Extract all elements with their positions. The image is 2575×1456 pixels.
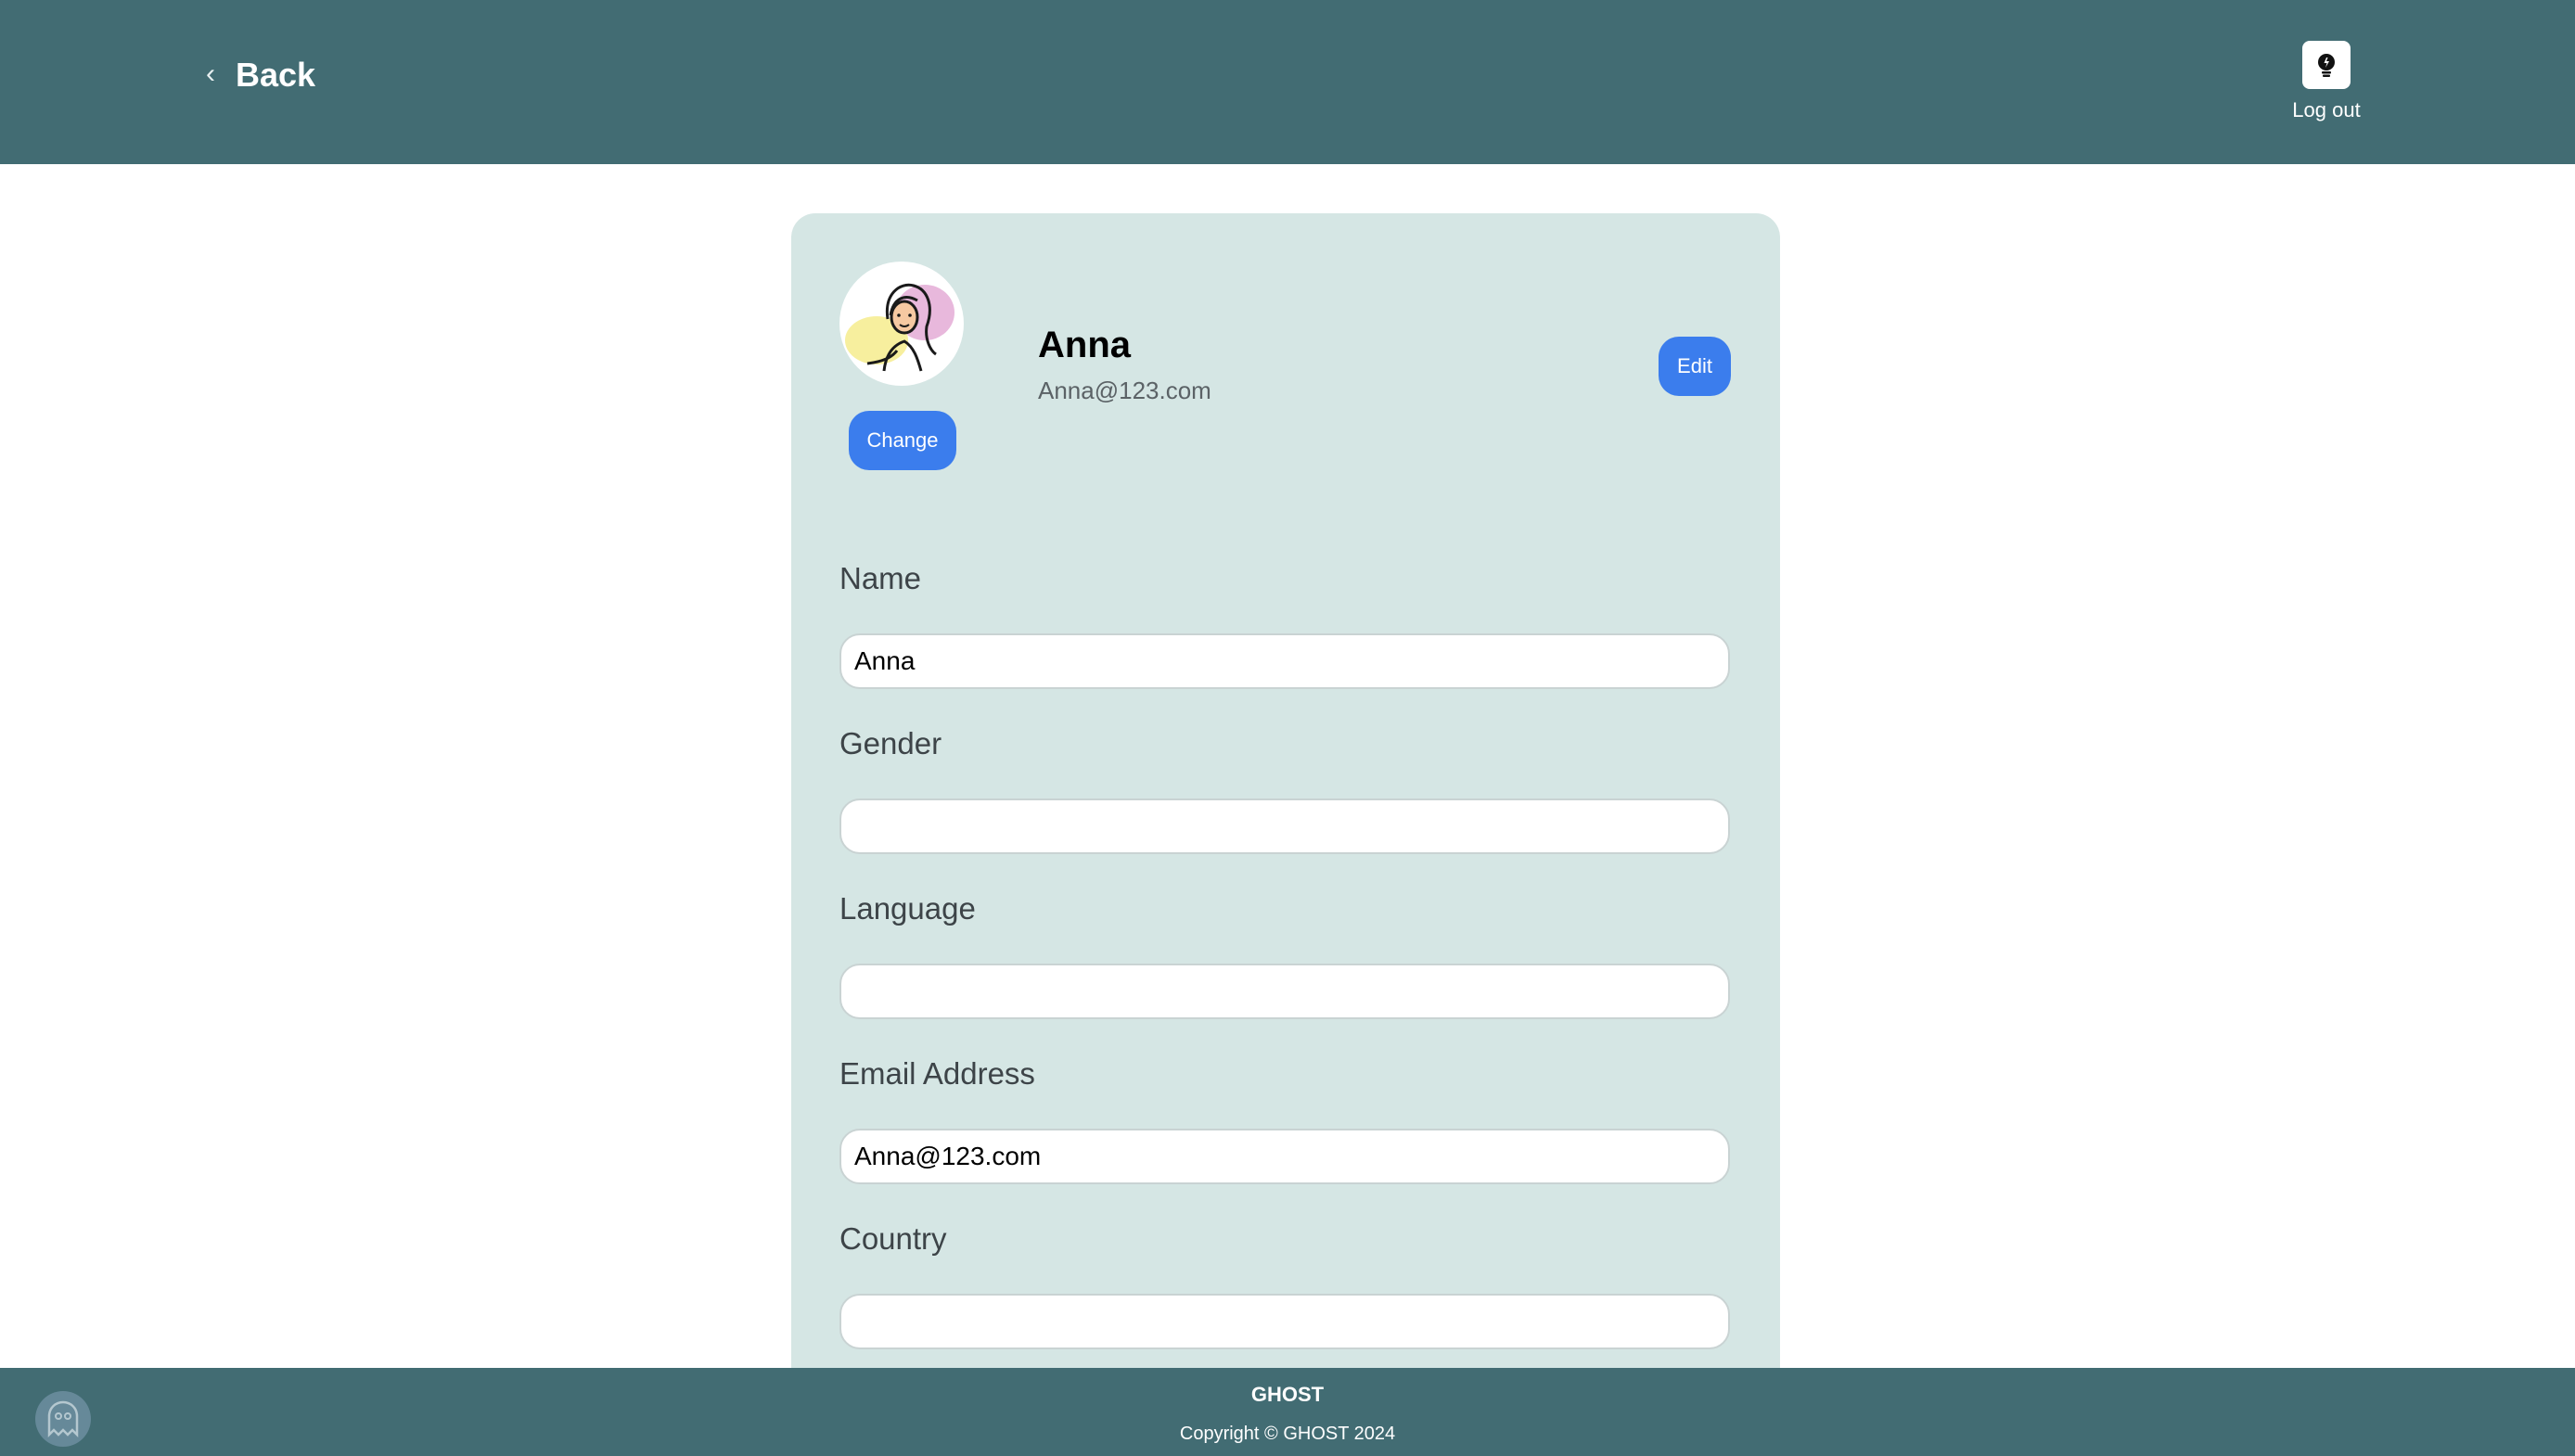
logout-label: Log out	[2292, 98, 2361, 121]
edit-button[interactable]: Edit	[1659, 337, 1731, 396]
profile-email: Anna@123.com	[1038, 377, 1211, 404]
gender-label: Gender	[839, 726, 942, 760]
power-bulb-icon	[2302, 41, 2351, 89]
language-label: Language	[839, 891, 976, 926]
logout-button[interactable]: Log out	[2289, 41, 2364, 122]
email-label: Email Address	[839, 1056, 1035, 1091]
country-field[interactable]	[839, 1294, 1730, 1349]
profile-name: Anna	[1038, 325, 1131, 365]
ghost-icon	[47, 1400, 79, 1438]
name-label: Name	[839, 561, 922, 595]
top-bar: ‹ Back Log out	[0, 0, 2575, 164]
back-label: Back	[236, 56, 316, 94]
footer: GHOST Copyright © GHOST 2024	[0, 1368, 2575, 1456]
country-label: Country	[839, 1221, 947, 1256]
gender-field[interactable]	[839, 798, 1730, 854]
footer-copyright: Copyright © GHOST 2024	[1179, 1424, 1396, 1444]
language-field[interactable]	[839, 964, 1730, 1019]
ghost-assistant-button[interactable]	[35, 1391, 91, 1447]
profile-card: Change Anna Anna@123.com Edit Name Gende…	[791, 213, 1780, 1456]
footer-brand: GHOST	[1250, 1383, 1325, 1406]
chevron-left-icon: ‹	[206, 58, 215, 89]
name-field[interactable]	[839, 633, 1730, 689]
change-avatar-button[interactable]: Change	[849, 411, 956, 470]
back-button[interactable]: ‹ Back	[206, 56, 315, 95]
email-field[interactable]	[839, 1129, 1730, 1184]
avatar	[839, 262, 964, 386]
